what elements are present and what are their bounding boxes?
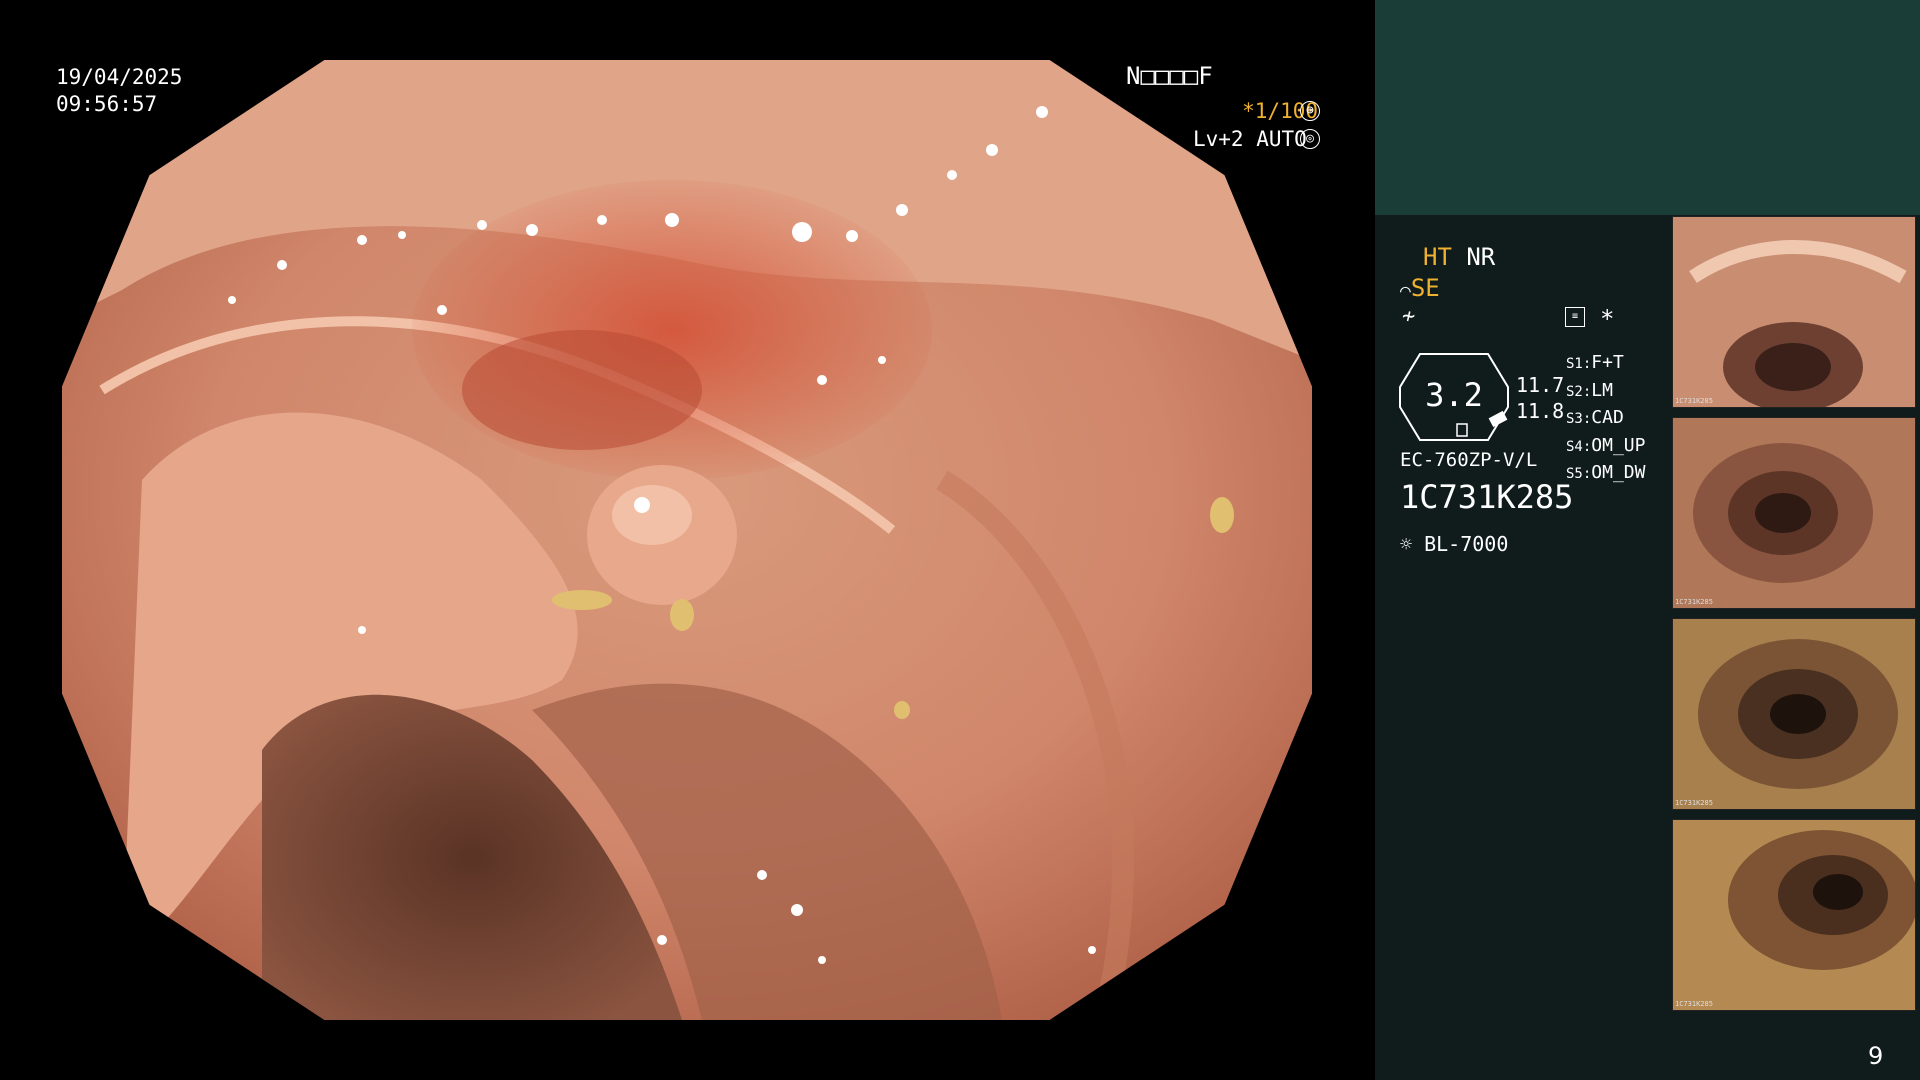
colon-image xyxy=(62,60,1312,1020)
thumbnail-1[interactable]: 1C731K285 xyxy=(1672,216,1916,408)
values-block: 11.7 11.8 xyxy=(1516,372,1564,424)
setting-s4: S4:OM_UP xyxy=(1566,434,1646,456)
mode-line-1: HT NR xyxy=(1423,243,1495,271)
structure-enhance-icon: ⌒ xyxy=(1400,280,1411,301)
light-source-text: BL-7000 xyxy=(1424,532,1509,556)
value-top: 11.7 xyxy=(1516,373,1565,397)
thumbnail-2-id: 1C731K285 xyxy=(1675,598,1713,606)
value-bottom: 11.8 xyxy=(1516,399,1565,423)
scope-model: EC-760ZP-V/L xyxy=(1400,449,1538,471)
datetime-block: 19/04/2025 09:56:57 xyxy=(56,64,182,118)
thumbnail-3-id: 1C731K285 xyxy=(1675,799,1713,807)
time-text: 09:56:57 xyxy=(56,92,158,116)
light-source-icon: ☼ xyxy=(1400,532,1413,556)
zoom-value: 3.2 xyxy=(1425,376,1483,414)
thumbnail-3[interactable]: 1C731K285 xyxy=(1672,618,1916,810)
asterisk-icon: * xyxy=(1600,305,1615,333)
thumbnail-2[interactable]: 1C731K285 xyxy=(1672,417,1916,609)
setting-s2: S2:LM xyxy=(1566,379,1613,401)
se-mode: SE xyxy=(1410,274,1440,302)
light-source-row: ☼ BL-7000 xyxy=(1400,532,1508,556)
panel-header xyxy=(1375,0,1920,215)
nr-mode: NR xyxy=(1466,243,1496,271)
thumbnail-1-id: 1C731K285 xyxy=(1675,397,1713,405)
date-text: 19/04/2025 xyxy=(56,65,183,89)
light-level-text: Lv+2 xyxy=(1193,127,1244,151)
level-readout: Lv+2 AUTO xyxy=(1193,126,1307,153)
thumbnail-4-id: 1C731K285 xyxy=(1675,1000,1713,1008)
settings-list: S1:F+T S2:LM S3:CAD S4:OM_UP S5:OM_DW xyxy=(1566,350,1645,488)
color-enhance-icon: ≁ xyxy=(1402,304,1416,329)
scope-serial: 1C731K285 xyxy=(1400,478,1574,516)
endoscopic-view xyxy=(62,60,1312,1020)
setting-s3: S3:CAD xyxy=(1566,407,1624,428)
patient-name-field: N□□□□F xyxy=(1126,62,1213,90)
thumbnail-4[interactable]: 1C731K285 xyxy=(1672,819,1916,1011)
memo-icon: ≡ xyxy=(1565,307,1585,327)
setting-s5: S5:OM_DW xyxy=(1566,462,1646,483)
freeze-icon: ⊕ xyxy=(1300,101,1320,121)
ht-mode: HT xyxy=(1423,243,1452,271)
mode-line-2: ⌒SE xyxy=(1400,274,1440,302)
iris-icon: ◎ xyxy=(1300,129,1320,149)
zoom-indicator: 3.2 xyxy=(1398,352,1510,442)
image-count: 9 xyxy=(1868,1042,1884,1070)
setting-s1: S1:F+T xyxy=(1566,352,1624,373)
